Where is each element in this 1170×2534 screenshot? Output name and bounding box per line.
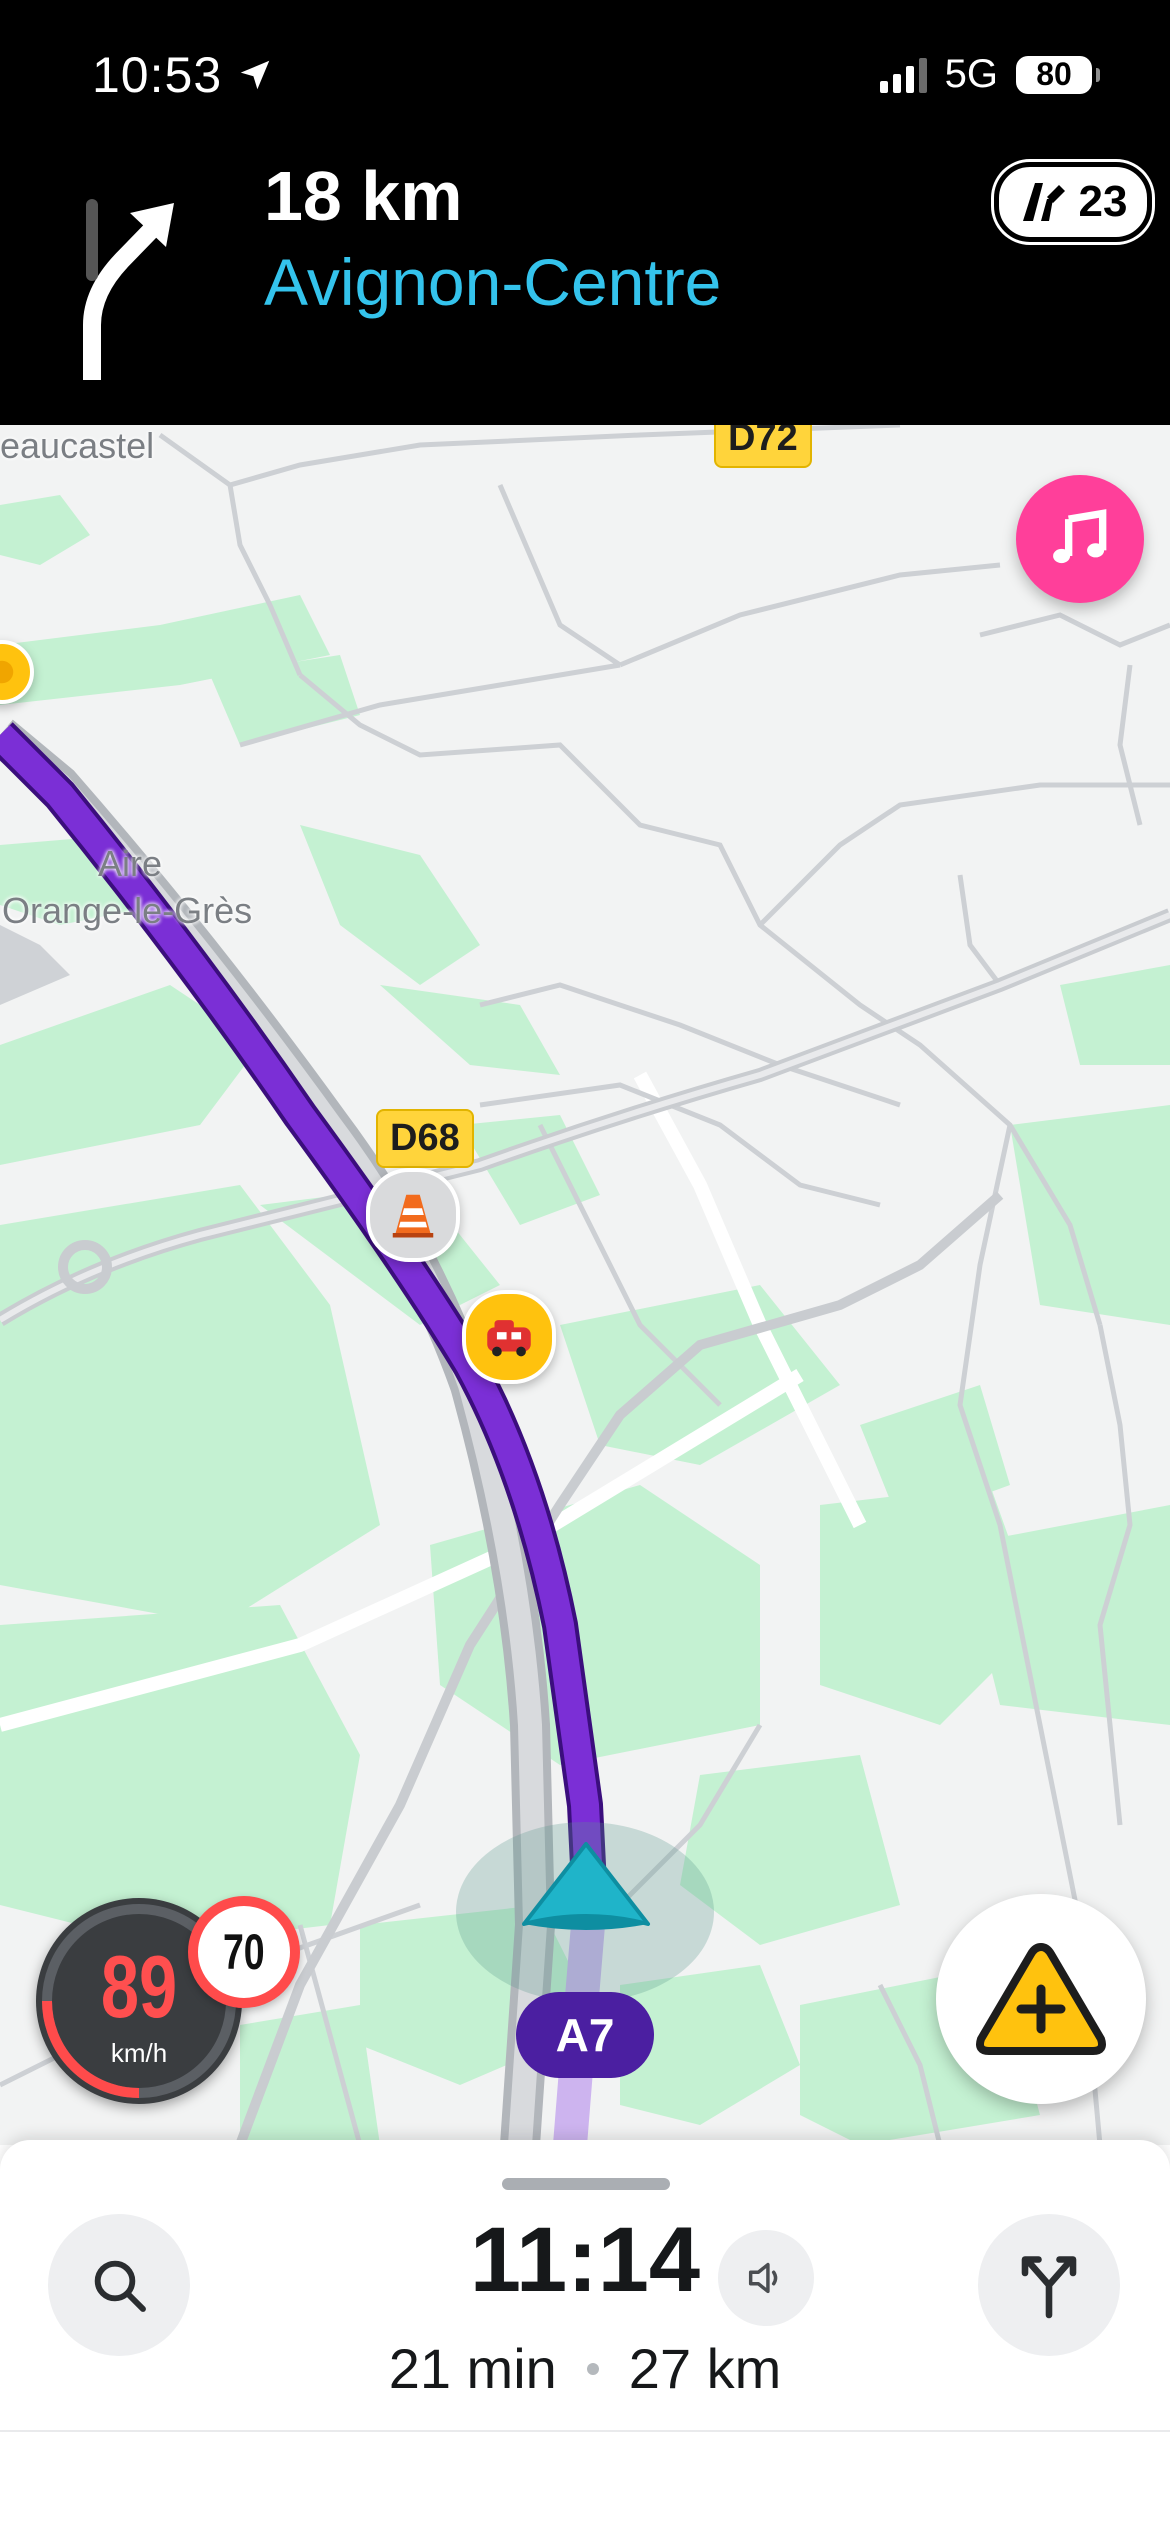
volume-button[interactable] (718, 2230, 814, 2326)
keep-right-arrow-icon (83, 199, 174, 380)
current-position-icon (522, 1842, 650, 1930)
routes-button[interactable] (978, 2214, 1120, 2356)
next-turn-street: Avignon-Centre (264, 245, 722, 319)
music-note-icon (1053, 509, 1107, 564)
hazard-icon (0, 660, 14, 684)
speed-limit-sign: 70 (188, 1896, 300, 2008)
roadwork-alert[interactable] (366, 1168, 460, 1262)
route-split-icon (1021, 2256, 1077, 2319)
navigation-header[interactable]: 10:53 5G 80 18 km Avignon-Centre 23 (0, 0, 1170, 425)
location-arrow-icon (240, 60, 270, 90)
exit-number: 23 (1078, 177, 1128, 226)
trip-duration: 21 min (388, 2337, 557, 2400)
roadwork-cone-icon (392, 1194, 434, 1238)
speed-limit: 70 (223, 1924, 265, 1980)
speaker-icon (748, 2262, 778, 2294)
status-indicators: 5G 80 (879, 52, 1100, 97)
music-button[interactable] (1016, 475, 1144, 603)
next-turn-distance: 18 km (264, 157, 463, 235)
battery-indicator: 80 (1016, 55, 1100, 94)
trip-distance: 27 km (628, 2337, 782, 2400)
road-shield-d68: D68 (376, 1109, 474, 1168)
map-view[interactable]: eaucastel Aire Orange-le-Grès D72 D68 A7… (0, 425, 1170, 2145)
panel-drag-handle[interactable] (502, 2178, 670, 2190)
trip-summary: 21 min 27 km (0, 2336, 1170, 2401)
battery-level: 80 (1036, 56, 1072, 92)
crash-icon (487, 1320, 531, 1357)
speed-unit: km/h (110, 2038, 168, 2068)
status-time-group: 10:53 (92, 46, 274, 104)
rest-area-label-line2: Orange-le-Grès (2, 890, 253, 931)
report-button[interactable] (936, 1894, 1146, 2104)
separator-dot (586, 2362, 599, 2375)
rest-area (0, 925, 70, 1005)
crash-alert[interactable] (462, 1290, 556, 1384)
report-hazard-icon (976, 1943, 1106, 2055)
network-type: 5G (944, 52, 998, 96)
town-label: eaucastel (0, 425, 155, 466)
highway-exit-icon (1022, 183, 1065, 221)
exit-badge: 23 (994, 162, 1152, 242)
road-shield-d72: D72 (714, 425, 812, 468)
rest-area-label-line1: Aire (98, 843, 163, 884)
status-time: 10:53 (92, 47, 223, 103)
trip-panel[interactable]: 11:14 21 min 27 km (0, 2140, 1170, 2534)
cellular-signal-icon (879, 57, 927, 93)
current-highway-badge: A7 (516, 1992, 654, 2078)
home-indicator-area (0, 2430, 1170, 2534)
